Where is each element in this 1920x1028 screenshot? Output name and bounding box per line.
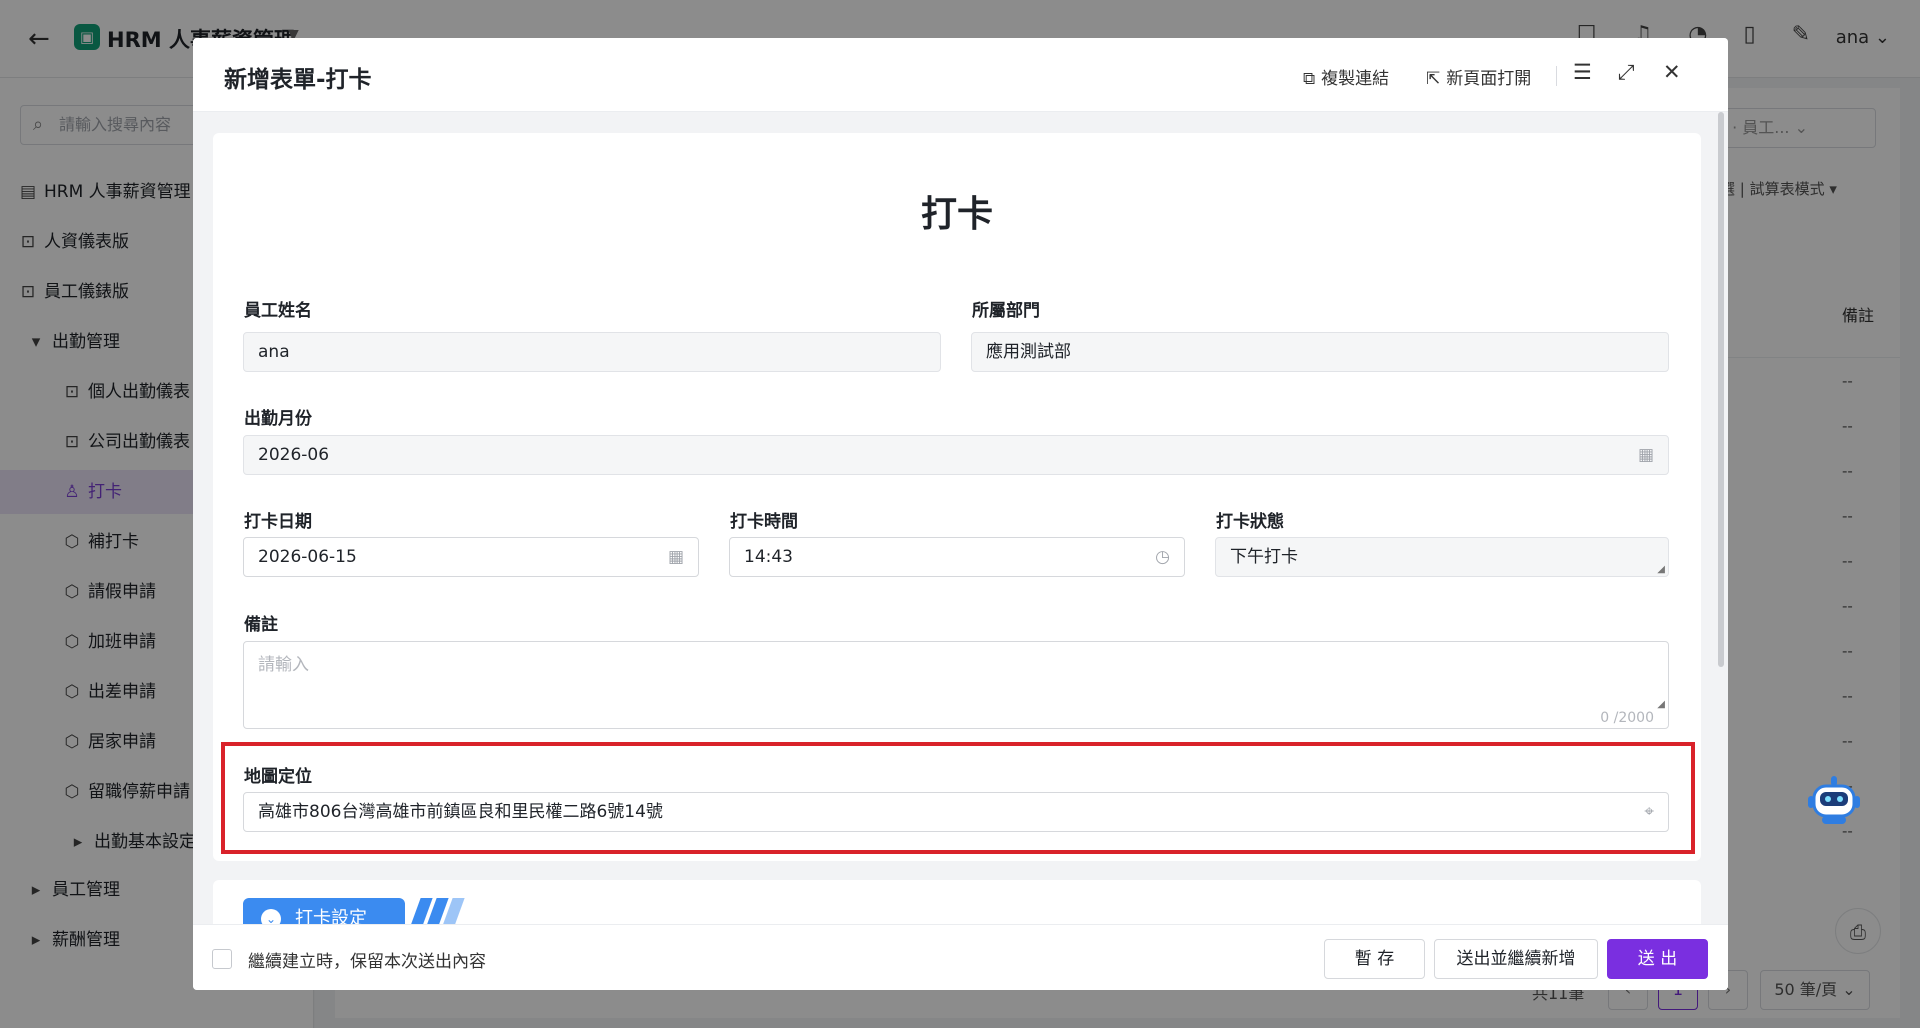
close-icon[interactable]: ✕ bbox=[1663, 60, 1681, 84]
punch-status-field: 下午打卡 ◢ bbox=[1215, 537, 1669, 577]
open-new-page-label: 新頁面打開 bbox=[1446, 69, 1532, 89]
new-form-modal: 新增表單-打卡 ⧉ 複製連結 ⇱ 新頁面打開 ☰ ⤢ ✕ 打卡 員工姓名 ana 所… bbox=[193, 38, 1728, 990]
remark-placeholder: 請輸入 bbox=[258, 655, 309, 675]
form-heading: 打卡 bbox=[920, 194, 993, 235]
attendance-month-label: 出勤月份 bbox=[244, 409, 312, 429]
punch-status-value: 下午打卡 bbox=[1230, 547, 1298, 567]
resize-handle-icon[interactable]: ◢ bbox=[1657, 700, 1665, 710]
copy-link-label: 複製連結 bbox=[1321, 69, 1390, 89]
punch-time-value: 14:43 bbox=[744, 547, 793, 567]
remark-label: 備註 bbox=[244, 615, 278, 635]
submit-button[interactable]: 送 出 bbox=[1607, 939, 1708, 979]
clock-icon: ◷ bbox=[1155, 547, 1170, 567]
highlight-box bbox=[221, 742, 1695, 854]
punch-time-label: 打卡時間 bbox=[730, 512, 798, 532]
punch-date-label: 打卡日期 bbox=[244, 512, 312, 532]
punch-status-label: 打卡狀態 bbox=[1216, 512, 1284, 532]
employee-name-field: ana bbox=[243, 332, 941, 372]
attendance-month-field: 2026-06 ▦ bbox=[243, 435, 1669, 475]
save-draft-button[interactable]: 暫 存 bbox=[1324, 939, 1425, 979]
external-link-icon: ⇱ bbox=[1426, 69, 1441, 89]
copy-icon: ⧉ bbox=[1303, 69, 1316, 89]
employee-name-label: 員工姓名 bbox=[244, 301, 312, 321]
submit-and-continue-button[interactable]: 送出並繼續新增 bbox=[1434, 939, 1598, 979]
side-panel-icon[interactable]: ☰ bbox=[1573, 60, 1592, 84]
attendance-month-value: 2026-06 bbox=[258, 445, 330, 465]
header-divider bbox=[1556, 66, 1557, 86]
robot-assistant-icon[interactable] bbox=[1808, 772, 1860, 828]
keep-content-label[interactable]: 繼續建立時，保留本次送出內容 bbox=[248, 947, 486, 972]
fullscreen-icon[interactable]: ⤢ bbox=[1618, 60, 1635, 85]
calendar-icon: ▦ bbox=[667, 547, 684, 567]
calendar-icon: ▦ bbox=[1637, 445, 1654, 465]
keep-content-checkbox[interactable] bbox=[212, 949, 232, 969]
remark-textarea[interactable]: 請輸入 ◢ 0 /2000 bbox=[243, 641, 1669, 729]
department-field: 應用測試部 bbox=[971, 332, 1669, 372]
punch-time-picker[interactable]: 14:43 ◷ bbox=[729, 537, 1185, 577]
modal-footer: 繼續建立時，保留本次送出內容 暫 存 送出並繼續新增 送 出 bbox=[193, 924, 1728, 990]
employee-name-value: ana bbox=[258, 342, 290, 362]
modal-title: 新增表單-打卡 bbox=[224, 67, 372, 93]
copy-link-button[interactable]: ⧉ 複製連結 bbox=[1303, 64, 1389, 89]
modal-scrollbar[interactable] bbox=[1718, 112, 1724, 667]
modal-header: 新增表單-打卡 ⧉ 複製連結 ⇱ 新頁面打開 ☰ ⤢ ✕ bbox=[193, 38, 1728, 112]
punch-date-value: 2026-06-15 bbox=[258, 547, 357, 567]
resize-handle-icon[interactable]: ◢ bbox=[1657, 565, 1665, 575]
open-new-page-button[interactable]: ⇱ 新頁面打開 bbox=[1426, 64, 1531, 89]
department-label: 所屬部門 bbox=[972, 301, 1040, 321]
punch-date-picker[interactable]: 2026-06-15 ▦ bbox=[243, 537, 699, 577]
department-value: 應用測試部 bbox=[986, 342, 1071, 362]
remark-char-count: 0 /2000 bbox=[1600, 710, 1654, 726]
